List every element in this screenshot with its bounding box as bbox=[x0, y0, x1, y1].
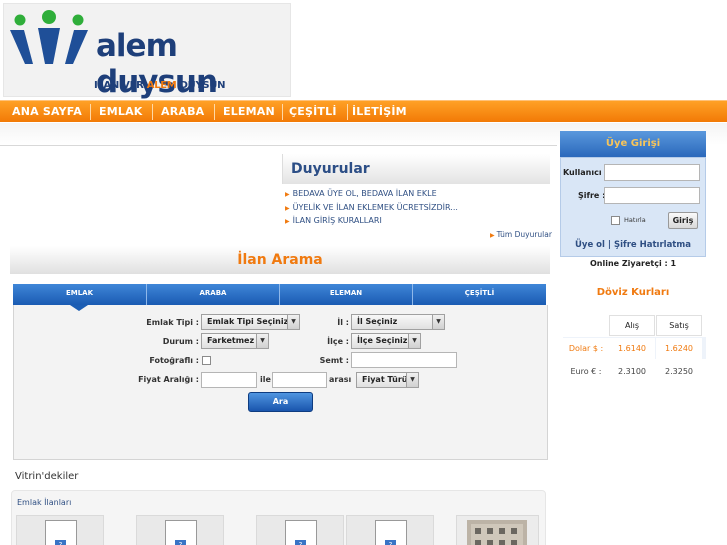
announcement-item[interactable]: ▶ İLAN GİRİŞ KURALLARI bbox=[285, 214, 555, 228]
username-label: Kullanıcı : bbox=[563, 168, 608, 177]
logo-people-icon bbox=[10, 10, 88, 64]
nav-cesitli[interactable]: ÇEŞİTLİ bbox=[289, 101, 337, 123]
question-icon: ? bbox=[55, 540, 66, 545]
il-select[interactable]: İl Seçiniz ▼ bbox=[351, 314, 445, 330]
announcement-item[interactable]: ▶ ÜYELİK VE İLAN EKLEMEK ÜCRETSİZDİR... bbox=[285, 201, 555, 215]
password-label: Şifre : bbox=[578, 191, 606, 200]
currency-title: Döviz Kurları bbox=[596, 287, 670, 298]
tab-cesitli[interactable]: ÇEŞİTLİ bbox=[413, 284, 546, 305]
forgot-password-link[interactable]: Şifre Hatırlatma bbox=[614, 240, 691, 250]
emlak-ilanlari-link[interactable]: Emlak İlanları bbox=[17, 498, 71, 507]
nav-araba[interactable]: ARABA bbox=[161, 101, 204, 123]
link-separator: | bbox=[607, 240, 612, 250]
currency-name: Euro € : bbox=[563, 361, 609, 382]
question-icon: ? bbox=[295, 540, 306, 545]
currency-sell: 2.3250 bbox=[656, 361, 702, 382]
member-links: Üye ol | Şifre Hatırlatma bbox=[560, 240, 706, 250]
nav-ana-sayfa[interactable]: ANA SAYFA bbox=[12, 101, 82, 123]
nav-iletisim[interactable]: İLETİŞİM bbox=[352, 101, 407, 123]
placeholder-image-icon: ? bbox=[375, 520, 407, 545]
site-logo[interactable]: alem duysun ILAN VER ALEM DUYSUN bbox=[3, 3, 291, 100]
nav-emlak[interactable]: EMLAK bbox=[99, 101, 143, 123]
currency-header-sell: Satış bbox=[656, 315, 702, 336]
login-button[interactable]: Giriş bbox=[668, 212, 698, 229]
currency-header-buy: Alış bbox=[609, 315, 655, 336]
nav-eleman[interactable]: ELEMAN bbox=[223, 101, 275, 123]
remember-label: Hatırla bbox=[624, 216, 646, 224]
chevron-down-icon: ▼ bbox=[256, 334, 268, 348]
tab-emlak[interactable]: EMLAK bbox=[13, 284, 146, 305]
currency-name: Dolar $ : bbox=[563, 338, 609, 359]
fiyat-label: Fiyat Aralığı : bbox=[138, 375, 199, 384]
nav-divider bbox=[347, 104, 348, 120]
question-icon: ? bbox=[385, 540, 396, 545]
durum-label: Durum : bbox=[162, 337, 199, 346]
announcements-list: ▶ BEDAVA ÜYE OL, BEDAVA İLAN EKLE ▶ ÜYELİK… bbox=[285, 187, 555, 228]
listing-thumbnail[interactable]: ? bbox=[256, 515, 344, 545]
chevron-down-icon: ▼ bbox=[408, 334, 420, 348]
announcement-item[interactable]: ▶ BEDAVA ÜYE OL, BEDAVA İLAN EKLE bbox=[285, 187, 555, 201]
nav-divider bbox=[282, 104, 283, 120]
member-login-title: Üye Girişi bbox=[560, 131, 706, 157]
building-photo-icon bbox=[467, 520, 527, 545]
il-label: İl : bbox=[337, 318, 349, 327]
vitrin-title: Vitrin'dekiler bbox=[15, 471, 79, 482]
search-tabs: EMLAK ARABA ELEMAN ÇEŞİTLİ bbox=[13, 284, 546, 305]
active-tab-pointer bbox=[70, 305, 88, 311]
main-nav: ANA SAYFA EMLAK ARABA ELEMAN ÇEŞİTLİ İLE… bbox=[0, 100, 727, 122]
online-visitors: Online Ziyaretçi : 1 bbox=[589, 259, 677, 268]
placeholder-image-icon: ? bbox=[45, 520, 77, 545]
search-header: İlan Arama bbox=[10, 246, 550, 274]
search-title: İlan Arama bbox=[237, 252, 323, 268]
ilce-label: İlçe : bbox=[327, 337, 349, 346]
remember-checkbox[interactable] bbox=[611, 216, 620, 225]
search-button[interactable]: Ara bbox=[248, 392, 313, 412]
fiyat-max-input[interactable] bbox=[272, 372, 327, 388]
logo-tagline: ILAN VER ALEM DUYSUN bbox=[94, 80, 226, 91]
arrow-right-icon: ▶ bbox=[285, 204, 290, 212]
listing-thumbnail[interactable]: ? bbox=[136, 515, 224, 545]
nav-divider bbox=[152, 104, 153, 120]
semt-input[interactable] bbox=[351, 352, 457, 368]
emlak-tipi-select[interactable]: Emlak Tipi Seçiniz ▼ bbox=[201, 314, 300, 330]
fotografli-checkbox[interactable] bbox=[202, 356, 211, 365]
currency-buy: 2.3100 bbox=[609, 361, 655, 382]
chevron-down-icon: ▼ bbox=[432, 315, 444, 329]
placeholder-image-icon: ? bbox=[285, 520, 317, 545]
password-input[interactable] bbox=[604, 187, 700, 204]
currency-buy: 1.6140 bbox=[609, 338, 655, 359]
all-announcements-link[interactable]: ▶ Tüm Duyurular bbox=[490, 230, 552, 239]
listing-thumbnail[interactable]: ? bbox=[16, 515, 104, 545]
fiyat-turu-select[interactable]: Fiyat Türü ▼ bbox=[356, 372, 419, 388]
question-icon: ? bbox=[175, 540, 186, 545]
tab-araba[interactable]: ARABA bbox=[147, 284, 279, 305]
ile-label: ile bbox=[260, 375, 271, 384]
nav-divider bbox=[214, 104, 215, 120]
fiyat-min-input[interactable] bbox=[201, 372, 257, 388]
listing-thumbnail[interactable]: ? bbox=[346, 515, 434, 545]
username-input[interactable] bbox=[604, 164, 700, 181]
listing-thumbnail[interactable] bbox=[456, 515, 539, 545]
chevron-down-icon: ▼ bbox=[287, 315, 299, 329]
arasi-label: arası bbox=[329, 375, 352, 384]
tab-eleman[interactable]: ELEMAN bbox=[280, 284, 412, 305]
emlak-tipi-label: Emlak Tipi : bbox=[146, 318, 199, 327]
fotografli-label: Fotoğraflı : bbox=[149, 356, 199, 365]
divider bbox=[0, 145, 557, 146]
arrow-right-icon: ▶ bbox=[285, 191, 290, 198]
nav-divider bbox=[90, 104, 91, 120]
arrow-right-icon: ▶ bbox=[285, 218, 290, 225]
announcements-title: Duyurular bbox=[291, 161, 370, 177]
placeholder-image-icon: ? bbox=[165, 520, 197, 545]
signup-link[interactable]: Üye ol bbox=[575, 240, 605, 250]
ilce-select[interactable]: İlçe Seçiniz ▼ bbox=[351, 333, 421, 349]
arrow-right-icon: ▶ bbox=[490, 232, 495, 239]
semt-label: Semt : bbox=[319, 356, 349, 365]
chevron-down-icon: ▼ bbox=[406, 373, 418, 387]
durum-select[interactable]: Farketmez ▼ bbox=[201, 333, 269, 349]
announcements-header: Duyurular bbox=[282, 154, 550, 184]
currency-sell: 1.6240 bbox=[656, 338, 702, 359]
